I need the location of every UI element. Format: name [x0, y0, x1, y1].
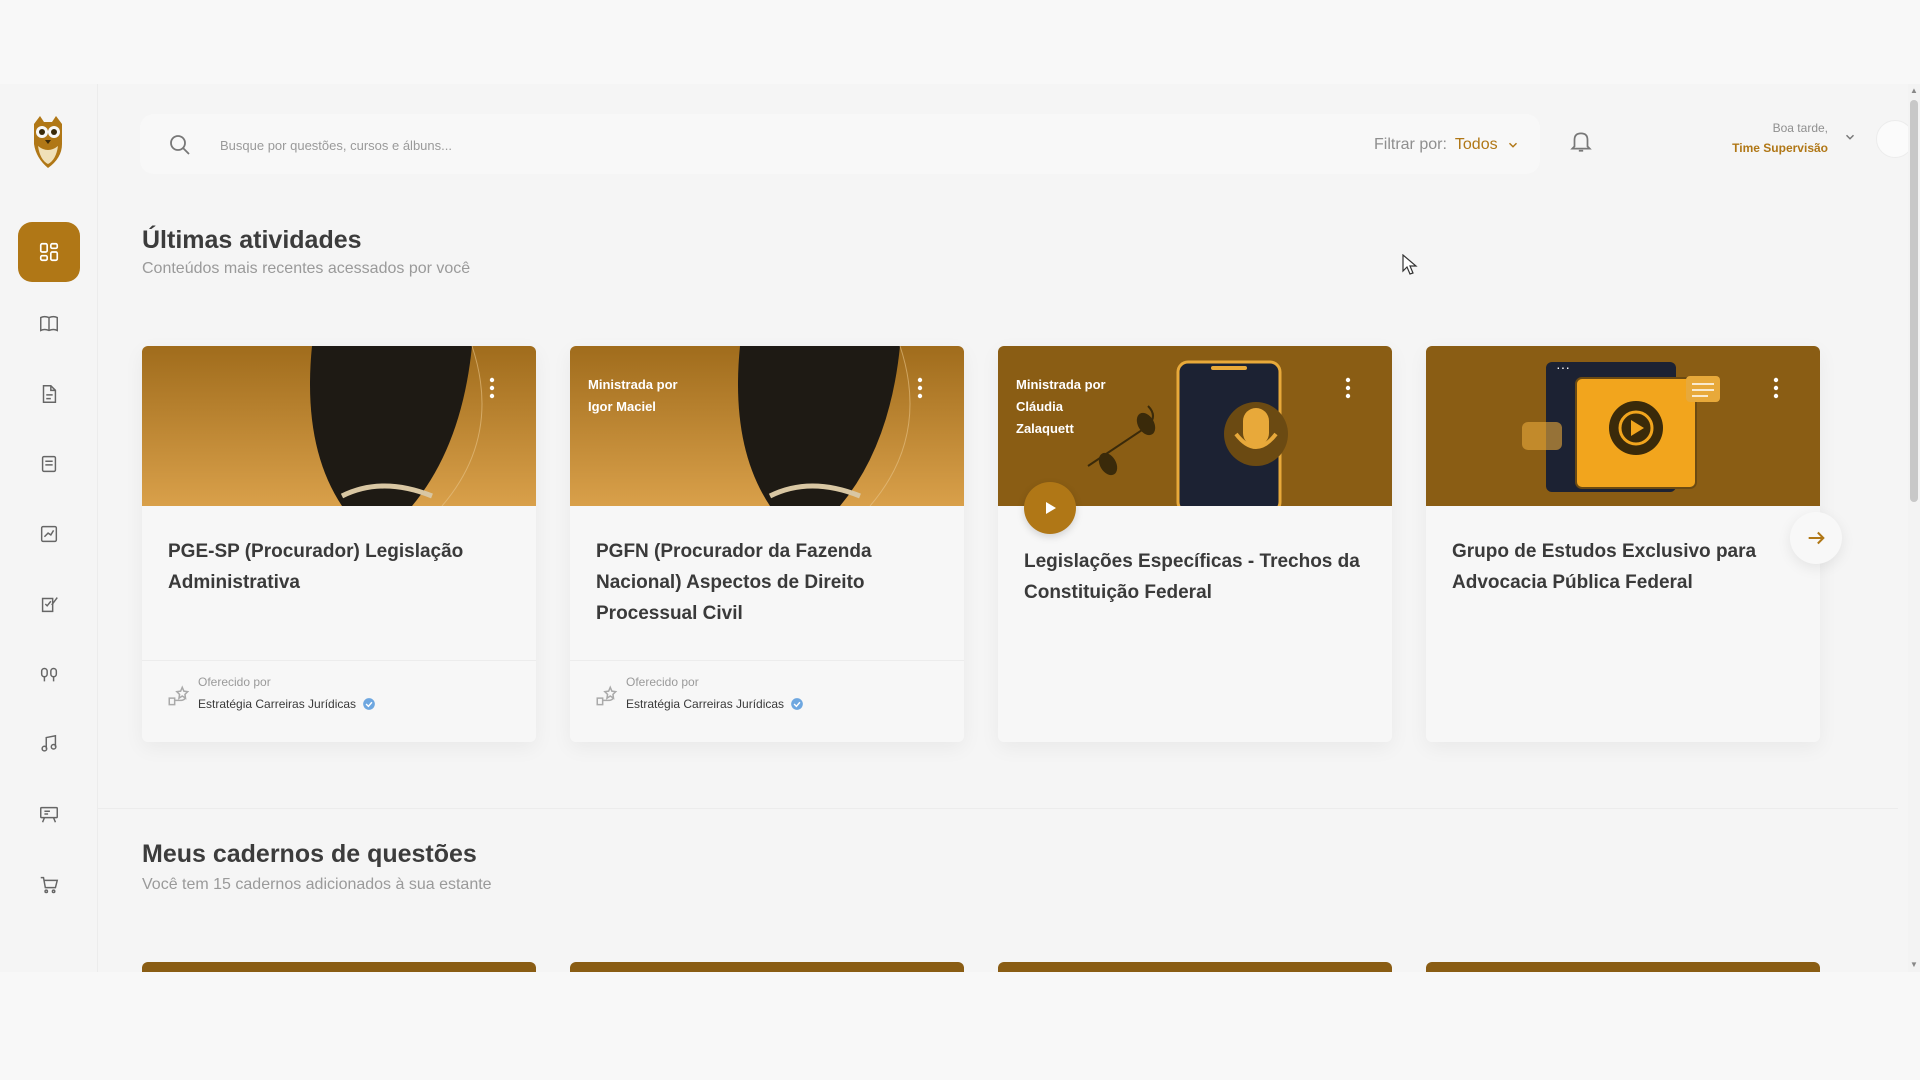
activity-card[interactable]: PGE-SP (Procurador) Legislação Administr… — [142, 346, 536, 742]
frame-top-margin — [0, 0, 1920, 84]
card-title: PGE-SP (Procurador) Legislação Administr… — [168, 541, 464, 593]
filter-label: Filtrar por: — [1374, 136, 1447, 153]
greeting-text: Boa tarde, — [1772, 121, 1828, 135]
nav-notebooks[interactable] — [18, 434, 80, 494]
activity-card[interactable]: Ministrada por Cláudia Zalaquett Legisla… — [998, 346, 1392, 742]
scrollbar-thumb[interactable] — [1910, 100, 1918, 502]
dashboard-icon — [39, 242, 59, 262]
top-bar: Filtrar por: Todos — [140, 114, 1540, 174]
verified-badge-icon — [363, 698, 375, 710]
recent-activity-subtitle: Conteúdos mais recentes acessados por vo… — [142, 260, 471, 277]
notebook-card[interactable] — [570, 962, 964, 972]
card-title: PGFN (Procurador da Fazenda Nacional) As… — [596, 541, 872, 624]
instructor-label: Ministrada por Igor Maciel — [588, 374, 678, 418]
card-footer: Oferecido por Estratégia Carreiras Juríd… — [142, 660, 536, 742]
user-name: Time Supervisão — [1732, 141, 1828, 155]
offer-icon — [168, 685, 190, 706]
edit-note-icon — [41, 597, 58, 613]
play-icon — [1046, 502, 1056, 514]
card-title: Legislações Específicas - Trechos da Con… — [1024, 551, 1360, 603]
user-greeting[interactable]: Boa tarde, Time Supervisão — [1668, 118, 1828, 158]
scroll-up-arrow[interactable]: ▲ — [1909, 86, 1919, 96]
offered-by-label: Oferecido por — [198, 675, 271, 689]
more-options-icon[interactable] — [916, 376, 924, 400]
offer-icon — [596, 685, 618, 706]
card-banner-image — [570, 346, 964, 506]
card-banner-image — [142, 346, 536, 506]
notebook-card[interactable] — [1426, 962, 1820, 972]
mouse-cursor-icon — [1402, 254, 1418, 275]
music-note-icon — [41, 734, 57, 752]
section-divider — [98, 808, 1898, 809]
owl-logo-icon[interactable] — [30, 114, 66, 170]
more-options-icon[interactable] — [1344, 376, 1352, 400]
provider-name: Estratégia Carreiras Jurídicas — [626, 697, 785, 711]
chevron-down-icon[interactable] — [1843, 130, 1857, 144]
notebooks-title: Meus cadernos de questões — [142, 840, 477, 868]
nav-dashboard[interactable] — [18, 222, 80, 282]
whiteboard-icon — [40, 806, 58, 823]
nav-exercises[interactable] — [18, 574, 80, 634]
carousel-next-button[interactable] — [1790, 512, 1842, 564]
nav-audio[interactable] — [18, 644, 80, 704]
search-icon[interactable] — [168, 133, 192, 157]
instructor-label: Ministrada por Cláudia Zalaquett — [1016, 374, 1106, 440]
play-button[interactable] — [1024, 482, 1076, 534]
offered-by-name: Estratégia Carreiras Jurídicas — [198, 697, 376, 711]
more-options-icon[interactable] — [1772, 376, 1780, 400]
card-footer: Oferecido por Estratégia Carreiras Juríd… — [570, 660, 964, 742]
nav-store[interactable] — [18, 854, 80, 914]
notebook-card[interactable] — [998, 962, 1392, 972]
notebooks-subtitle: Você tem 15 cadernos adicionados à sua e… — [142, 876, 492, 893]
filter-dropdown[interactable]: Filtrar por: Todos — [1374, 132, 1520, 158]
scroll-down-arrow[interactable]: ▼ — [1909, 960, 1919, 970]
instructor-first-name: Cláudia — [1016, 399, 1063, 414]
instructor-name: Igor Maciel — [588, 399, 656, 414]
offered-by-name: Estratégia Carreiras Jurídicas — [626, 697, 804, 711]
card-banner-image: ··· — [1426, 346, 1820, 506]
frame-bottom-margin — [0, 972, 1920, 1080]
recent-activity-title: Últimas atividades — [142, 226, 362, 254]
instructor-last-name: Zalaquett — [1016, 421, 1074, 436]
cart-icon — [40, 876, 59, 894]
chevron-down-icon[interactable] — [1506, 138, 1520, 152]
app-window: Filtrar por: Todos Boa tarde, Time Super… — [0, 84, 1920, 972]
activity-card[interactable]: Ministrada por Igor Maciel PGFN (Procura… — [570, 346, 964, 742]
filter-value[interactable]: Todos — [1455, 136, 1498, 154]
activity-card[interactable]: ··· Grupo de Estudos Exclusivo para Advo… — [1426, 346, 1820, 742]
more-options-icon[interactable] — [488, 376, 496, 400]
taught-by-label: Ministrada por — [588, 377, 678, 392]
headphones-icon — [40, 667, 58, 682]
vertical-scrollbar[interactable]: ▲ ▼ — [1908, 84, 1920, 972]
nav-documents[interactable] — [18, 364, 80, 424]
nav-classes[interactable] — [18, 784, 80, 844]
bell-icon[interactable] — [1568, 128, 1594, 154]
sidebar — [0, 84, 98, 972]
arrow-right-icon — [1808, 531, 1825, 545]
chart-icon — [40, 525, 58, 543]
card-title: Grupo de Estudos Exclusivo para Advocaci… — [1452, 541, 1757, 593]
verified-badge-icon — [791, 698, 803, 710]
provider-name: Estratégia Carreiras Jurídicas — [198, 697, 357, 711]
taught-by-label: Ministrada por — [1016, 377, 1106, 392]
notebook-card[interactable] — [142, 962, 536, 972]
search-input[interactable] — [220, 132, 820, 158]
offered-by-label: Oferecido por — [626, 675, 699, 689]
main-content: Filtrar por: Todos Boa tarde, Time Super… — [98, 84, 1914, 972]
book-icon — [40, 315, 58, 332]
document-icon — [42, 385, 57, 403]
nav-books[interactable] — [18, 294, 80, 354]
notebook-icon — [41, 455, 57, 473]
svg-text:···: ··· — [1556, 359, 1570, 375]
nav-music[interactable] — [18, 714, 80, 774]
nav-performance[interactable] — [18, 504, 80, 564]
